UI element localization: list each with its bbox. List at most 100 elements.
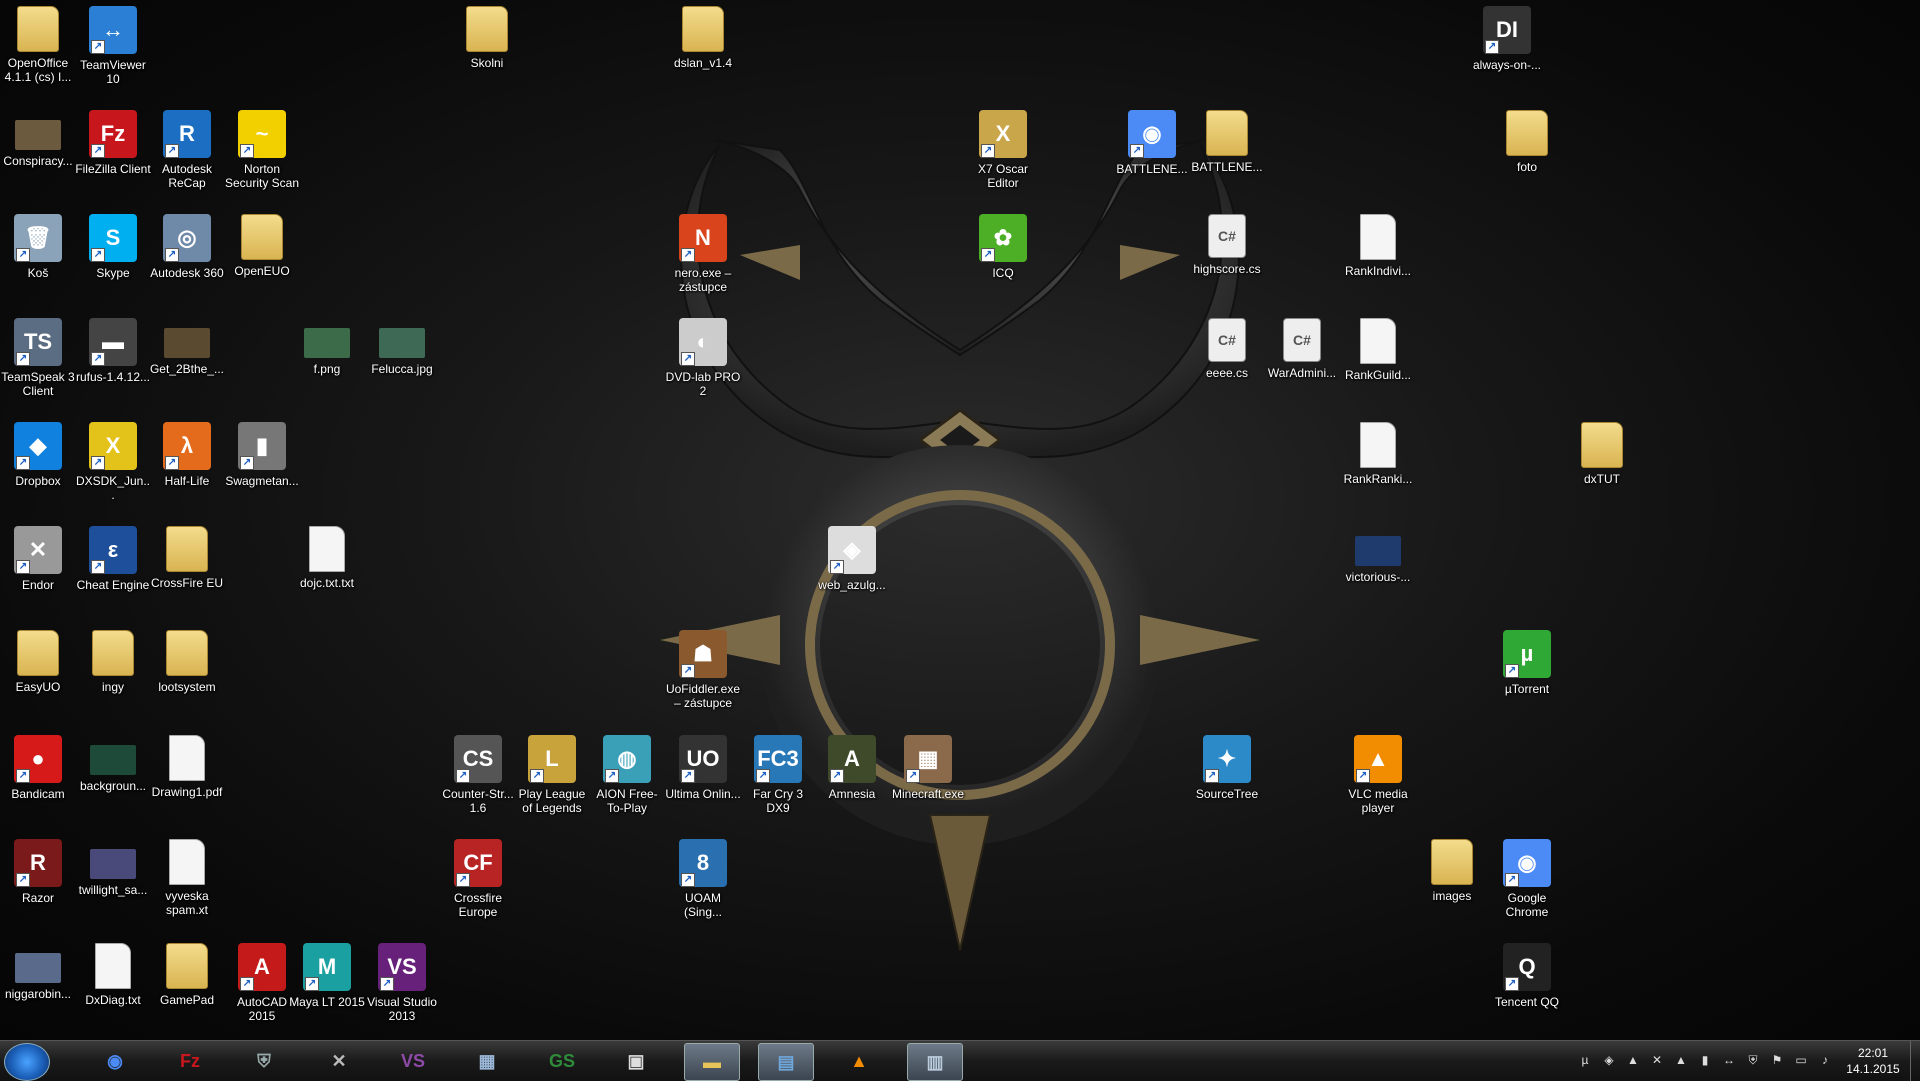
desktop-icon[interactable]: foto — [1489, 106, 1565, 206]
clock[interactable]: 22:01 14.1.2015 — [1838, 1045, 1908, 1077]
desktop-icon[interactable]: OpenEUO — [224, 210, 300, 310]
desktop-icon[interactable]: ◍ ↗ AION Free-To-Play — [589, 731, 665, 831]
desktop-icon[interactable]: FC3 ↗ Far Cry 3 DX9 — [740, 731, 816, 831]
desktop-icon[interactable]: C# WarAdmini... — [1264, 314, 1340, 414]
desktop-icon[interactable]: victorious-... — [1340, 522, 1416, 622]
desktop-icon[interactable]: ◐ ↗ DVD-lab PRO 2 — [665, 314, 741, 414]
desktop-icon[interactable]: EasyUO — [0, 626, 76, 726]
taskbar-button-security[interactable]: ⛨ — [237, 1043, 291, 1079]
desktop-icon[interactable]: ▮ ↗ Swagmetan... — [224, 418, 300, 518]
desktop-icon[interactable]: ◉ ↗ BATTLENE... — [1114, 106, 1190, 206]
desktop-icon[interactable]: A ↗ Amnesia — [814, 731, 890, 831]
desktop-icon[interactable]: ε ↗ Cheat Engine — [75, 522, 151, 622]
show-desktop-button[interactable] — [1910, 1041, 1920, 1081]
desktop-icon[interactable]: 🗑 ↗ Koš — [0, 210, 76, 310]
desktop-icon[interactable]: ◈ ↗ web_azulg... — [814, 522, 890, 622]
desktop-icon[interactable]: µ ↗ µTorrent — [1489, 626, 1565, 726]
desktop-icon[interactable]: λ ↗ Half-Life — [149, 418, 225, 518]
desktop-icon[interactable]: CrossFire EU — [149, 522, 225, 622]
desktop-icon[interactable]: C# highscore.cs — [1189, 210, 1265, 310]
desktop-icon[interactable]: BATTLENE... — [1189, 106, 1265, 206]
desktop-icon[interactable]: ◎ ↗ Autodesk 360 — [149, 210, 225, 310]
desktop-icon[interactable]: ✿ ↗ ICQ — [965, 210, 1041, 310]
desktop-icon[interactable]: DI ↗ always-on-... — [1469, 2, 1545, 102]
endor-icon[interactable]: ✕ — [1650, 1053, 1664, 1067]
taskbar-button-explorer[interactable]: ▬ — [684, 1043, 740, 1081]
monitor-icon[interactable]: ▭ — [1794, 1053, 1808, 1067]
desktop-icon[interactable]: Fz ↗ FileZilla Client — [75, 106, 151, 206]
desktop-icon[interactable]: ◉ ↗ Google Chrome — [1489, 835, 1565, 935]
desktop-icon[interactable]: RankRanki... — [1340, 418, 1416, 518]
desktop-icon[interactable]: VS ↗ Visual Studio 2013 — [364, 939, 440, 1039]
app-icon: UO ↗ — [679, 735, 727, 783]
desktop-icon[interactable]: DxDiag.txt — [75, 939, 151, 1039]
desktop-icon[interactable]: ~ ↗ Norton Security Scan — [224, 106, 300, 206]
desktop-icon[interactable]: ▬ ↗ rufus-1.4.12... — [75, 314, 151, 414]
start-button[interactable] — [4, 1043, 50, 1081]
taskbar-button-window[interactable]: ▣ — [609, 1043, 663, 1079]
desktop-icon[interactable]: dxTUT — [1564, 418, 1640, 518]
teamviewer-icon[interactable]: ↔ — [1722, 1053, 1736, 1067]
desktop-icon[interactable]: dslan_v1.4 — [665, 2, 741, 102]
desktop-icon[interactable]: Q ↗ Tencent QQ — [1489, 939, 1565, 1039]
arrow-icon[interactable]: ▲ — [1674, 1053, 1688, 1067]
taskbar-button-visual-studio[interactable]: VS — [386, 1043, 440, 1079]
desktop-icon[interactable]: M ↗ Maya LT 2015 — [289, 939, 365, 1039]
desktop-icon[interactable]: S ↗ Skype — [75, 210, 151, 310]
desktop-icon[interactable]: images — [1414, 835, 1490, 935]
flag-icon[interactable]: ⚑ — [1770, 1053, 1784, 1067]
vlc-icon[interactable]: ▲ — [1626, 1053, 1640, 1067]
utorrent-icon[interactable]: µ — [1578, 1053, 1592, 1067]
desktop-icon[interactable]: X ↗ X7 Oscar Editor — [965, 106, 1041, 206]
desktop-icon[interactable]: UO ↗ Ultima Onlin... — [665, 731, 741, 831]
network-status-icon[interactable]: ▮ — [1698, 1053, 1712, 1067]
desktop-icon[interactable]: Felucca.jpg — [364, 314, 440, 414]
taskbar-button-chrome[interactable]: ◉ — [88, 1043, 142, 1079]
desktop-icon[interactable]: Skolni — [449, 2, 525, 102]
taskbar-button-remote[interactable]: ▤ — [758, 1043, 814, 1081]
desktop-icon[interactable]: ▦ ↗ Minecraft.exe — [890, 731, 966, 831]
desktop-icon[interactable]: ▲ ↗ VLC media player — [1340, 731, 1416, 831]
desktop-icon[interactable]: CF ↗ Crossfire Europe — [440, 835, 516, 935]
desktop-icon[interactable]: C# eeee.cs — [1189, 314, 1265, 414]
taskbar-button-vlc[interactable]: ▲ — [832, 1043, 886, 1079]
taskbar-button-endor[interactable]: ✕ — [312, 1043, 366, 1079]
desktop-icon[interactable]: R ↗ Autodesk ReCap — [149, 106, 225, 206]
shield-icon[interactable]: ⛨ — [1746, 1053, 1760, 1067]
desktop-icon[interactable]: ● ↗ Bandicam — [0, 731, 76, 831]
desktop-icon[interactable]: vyveska spam.xt — [149, 835, 225, 935]
taskbar-button-calculator[interactable]: ▦ — [460, 1043, 514, 1079]
desktop-icon[interactable]: GamePad — [149, 939, 225, 1039]
desktop-icon[interactable]: f.png — [289, 314, 365, 414]
desktop-icon[interactable]: niggarobin... — [0, 939, 76, 1039]
desktop-icon[interactable]: ↔ ↗ TeamViewer 10 — [75, 2, 151, 102]
desktop-icon[interactable]: twillight_sa... — [75, 835, 151, 935]
volume-icon[interactable]: ♪ — [1818, 1053, 1832, 1067]
desktop-icon[interactable]: RankGuild... — [1340, 314, 1416, 414]
desktop-icon[interactable]: ingy — [75, 626, 151, 726]
desktop-icon[interactable]: backgroun... — [75, 731, 151, 831]
taskbar-button-filezilla[interactable]: Fz — [163, 1043, 217, 1079]
desktop-icon[interactable]: R ↗ Razor — [0, 835, 76, 935]
desktop-icon[interactable]: ✕ ↗ Endor — [0, 522, 76, 622]
taskbar-button-gs[interactable]: GS — [535, 1043, 589, 1079]
desktop-icon[interactable]: TS ↗ TeamSpeak 3 Client — [0, 314, 76, 414]
desktop-icon[interactable]: N ↗ nero.exe – zástupce — [665, 210, 741, 310]
gamepad-icon[interactable]: ◈ — [1602, 1053, 1616, 1067]
desktop[interactable]: OpenOffice 4.1.1 (cs) I... ↔ ↗ TeamViewer 1… — [0, 0, 1920, 1040]
desktop-icon[interactable]: 8 ↗ UOAM (Sing... — [665, 835, 741, 935]
taskbar-button-notepad[interactable]: ▥ — [907, 1043, 963, 1081]
desktop-icon[interactable]: Drawing1.pdf — [149, 731, 225, 831]
desktop-icon[interactable]: Conspiracy... — [0, 106, 76, 206]
desktop-icon[interactable]: L ↗ Play League of Legends — [514, 731, 590, 831]
desktop-icon[interactable]: OpenOffice 4.1.1 (cs) I... — [0, 2, 76, 102]
desktop-icon[interactable]: RankIndivi... — [1340, 210, 1416, 310]
desktop-icon[interactable]: ☗ ↗ UoFiddler.exe – zástupce — [665, 626, 741, 726]
desktop-icon[interactable]: dojc.txt.txt — [289, 522, 365, 622]
desktop-icon[interactable]: X ↗ DXSDK_Jun... — [75, 418, 151, 518]
desktop-icon[interactable]: ◆ ↗ Dropbox — [0, 418, 76, 518]
desktop-icon[interactable]: lootsystem — [149, 626, 225, 726]
desktop-icon[interactable]: ✦ ↗ SourceTree — [1189, 731, 1265, 831]
desktop-icon[interactable]: Get_2Bthe_... — [149, 314, 225, 414]
desktop-icon[interactable]: CS ↗ Counter-Str... 1.6 — [440, 731, 516, 831]
